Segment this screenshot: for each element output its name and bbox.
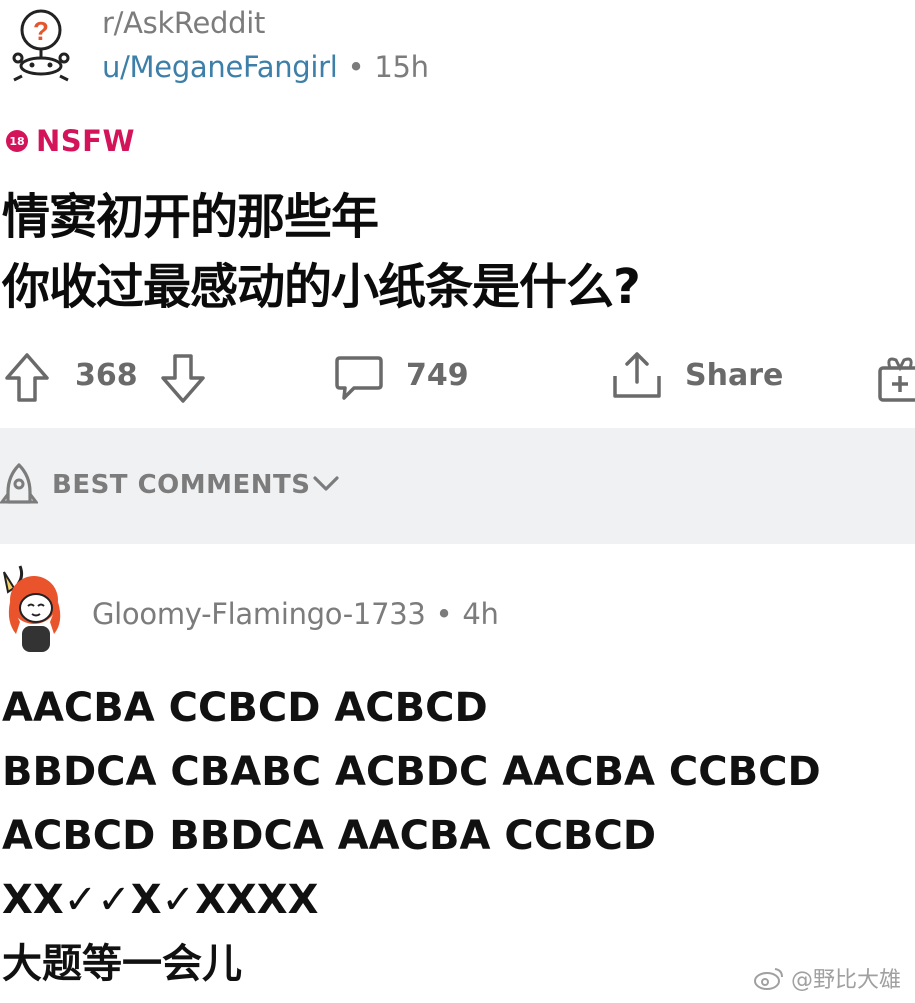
upvote-arrow-icon [5,353,49,402]
post-title[interactable]: 情窦初开的那些年 你收过最感动的小纸条是什么? [2,182,641,322]
comments-button[interactable] [334,354,384,406]
comment-body: AACBA CCBCD ACBCD BBDCA CBABC ACBDC AACB… [2,676,821,996]
share-button[interactable] [610,350,664,406]
comment-meta-separator: • [435,597,453,631]
sort-dropdown[interactable] [312,474,340,498]
nsfw-18-icon: 18 [6,130,28,152]
rocket-icon [0,463,39,504]
askreddit-snoo-icon: ? [12,9,70,82]
post-author-link[interactable]: u/MeganeFangirl [102,50,338,84]
award-button[interactable] [876,352,915,408]
svg-text:?: ? [33,16,49,46]
nsfw-label: NSFW [36,124,135,158]
gift-icon [878,357,915,402]
subreddit-name[interactable]: r/AskReddit [102,6,265,40]
snoo-avatar-icon [3,565,61,652]
sort-label[interactable]: BEST COMMENTS [52,470,311,500]
comment-meta: Gloomy-Flamingo-1733 • 4h [92,597,499,631]
share-upload-icon [613,352,661,398]
upvote-button[interactable] [4,352,50,408]
post-title-line-2: 你收过最感动的小纸条是什么? [2,259,641,315]
post-title-line-1: 情窦初开的那些年 [2,189,379,245]
downvote-arrow-icon [161,354,205,403]
meta-separator: • [347,50,365,84]
comment-line: BBDCA CBABC ACBDC AACBA CCBCD [2,749,821,795]
post-meta: u/MeganeFangirl • 15h [102,50,429,84]
comment-count: 749 [406,358,469,393]
weibo-icon [753,968,783,990]
sort-button[interactable] [0,462,39,514]
commenter-avatar[interactable] [0,562,70,654]
comment-line: XX✓✓X✓XXXX [2,877,319,923]
nsfw-tag: 18 NSFW [6,124,135,158]
vote-score: 368 [75,358,138,393]
watermark: @野比大雄 [753,962,901,994]
post-age: 15h [374,50,429,84]
speech-bubble-icon [335,356,383,400]
comment-line: AACBA CCBCD ACBCD [2,685,488,731]
comment-age: 4h [462,597,499,631]
subreddit-avatar[interactable]: ? [10,8,72,82]
downvote-button[interactable] [160,352,206,408]
share-label[interactable]: Share [685,358,783,393]
watermark-text: @野比大雄 [790,968,901,993]
comment-line: 大题等一会儿 [2,941,242,987]
chevron-down-icon [313,476,339,491]
comment-line: ACBCD BBDCA AACBA CCBCD [2,813,657,859]
comment-author-link[interactable]: Gloomy-Flamingo-1733 [92,597,426,631]
